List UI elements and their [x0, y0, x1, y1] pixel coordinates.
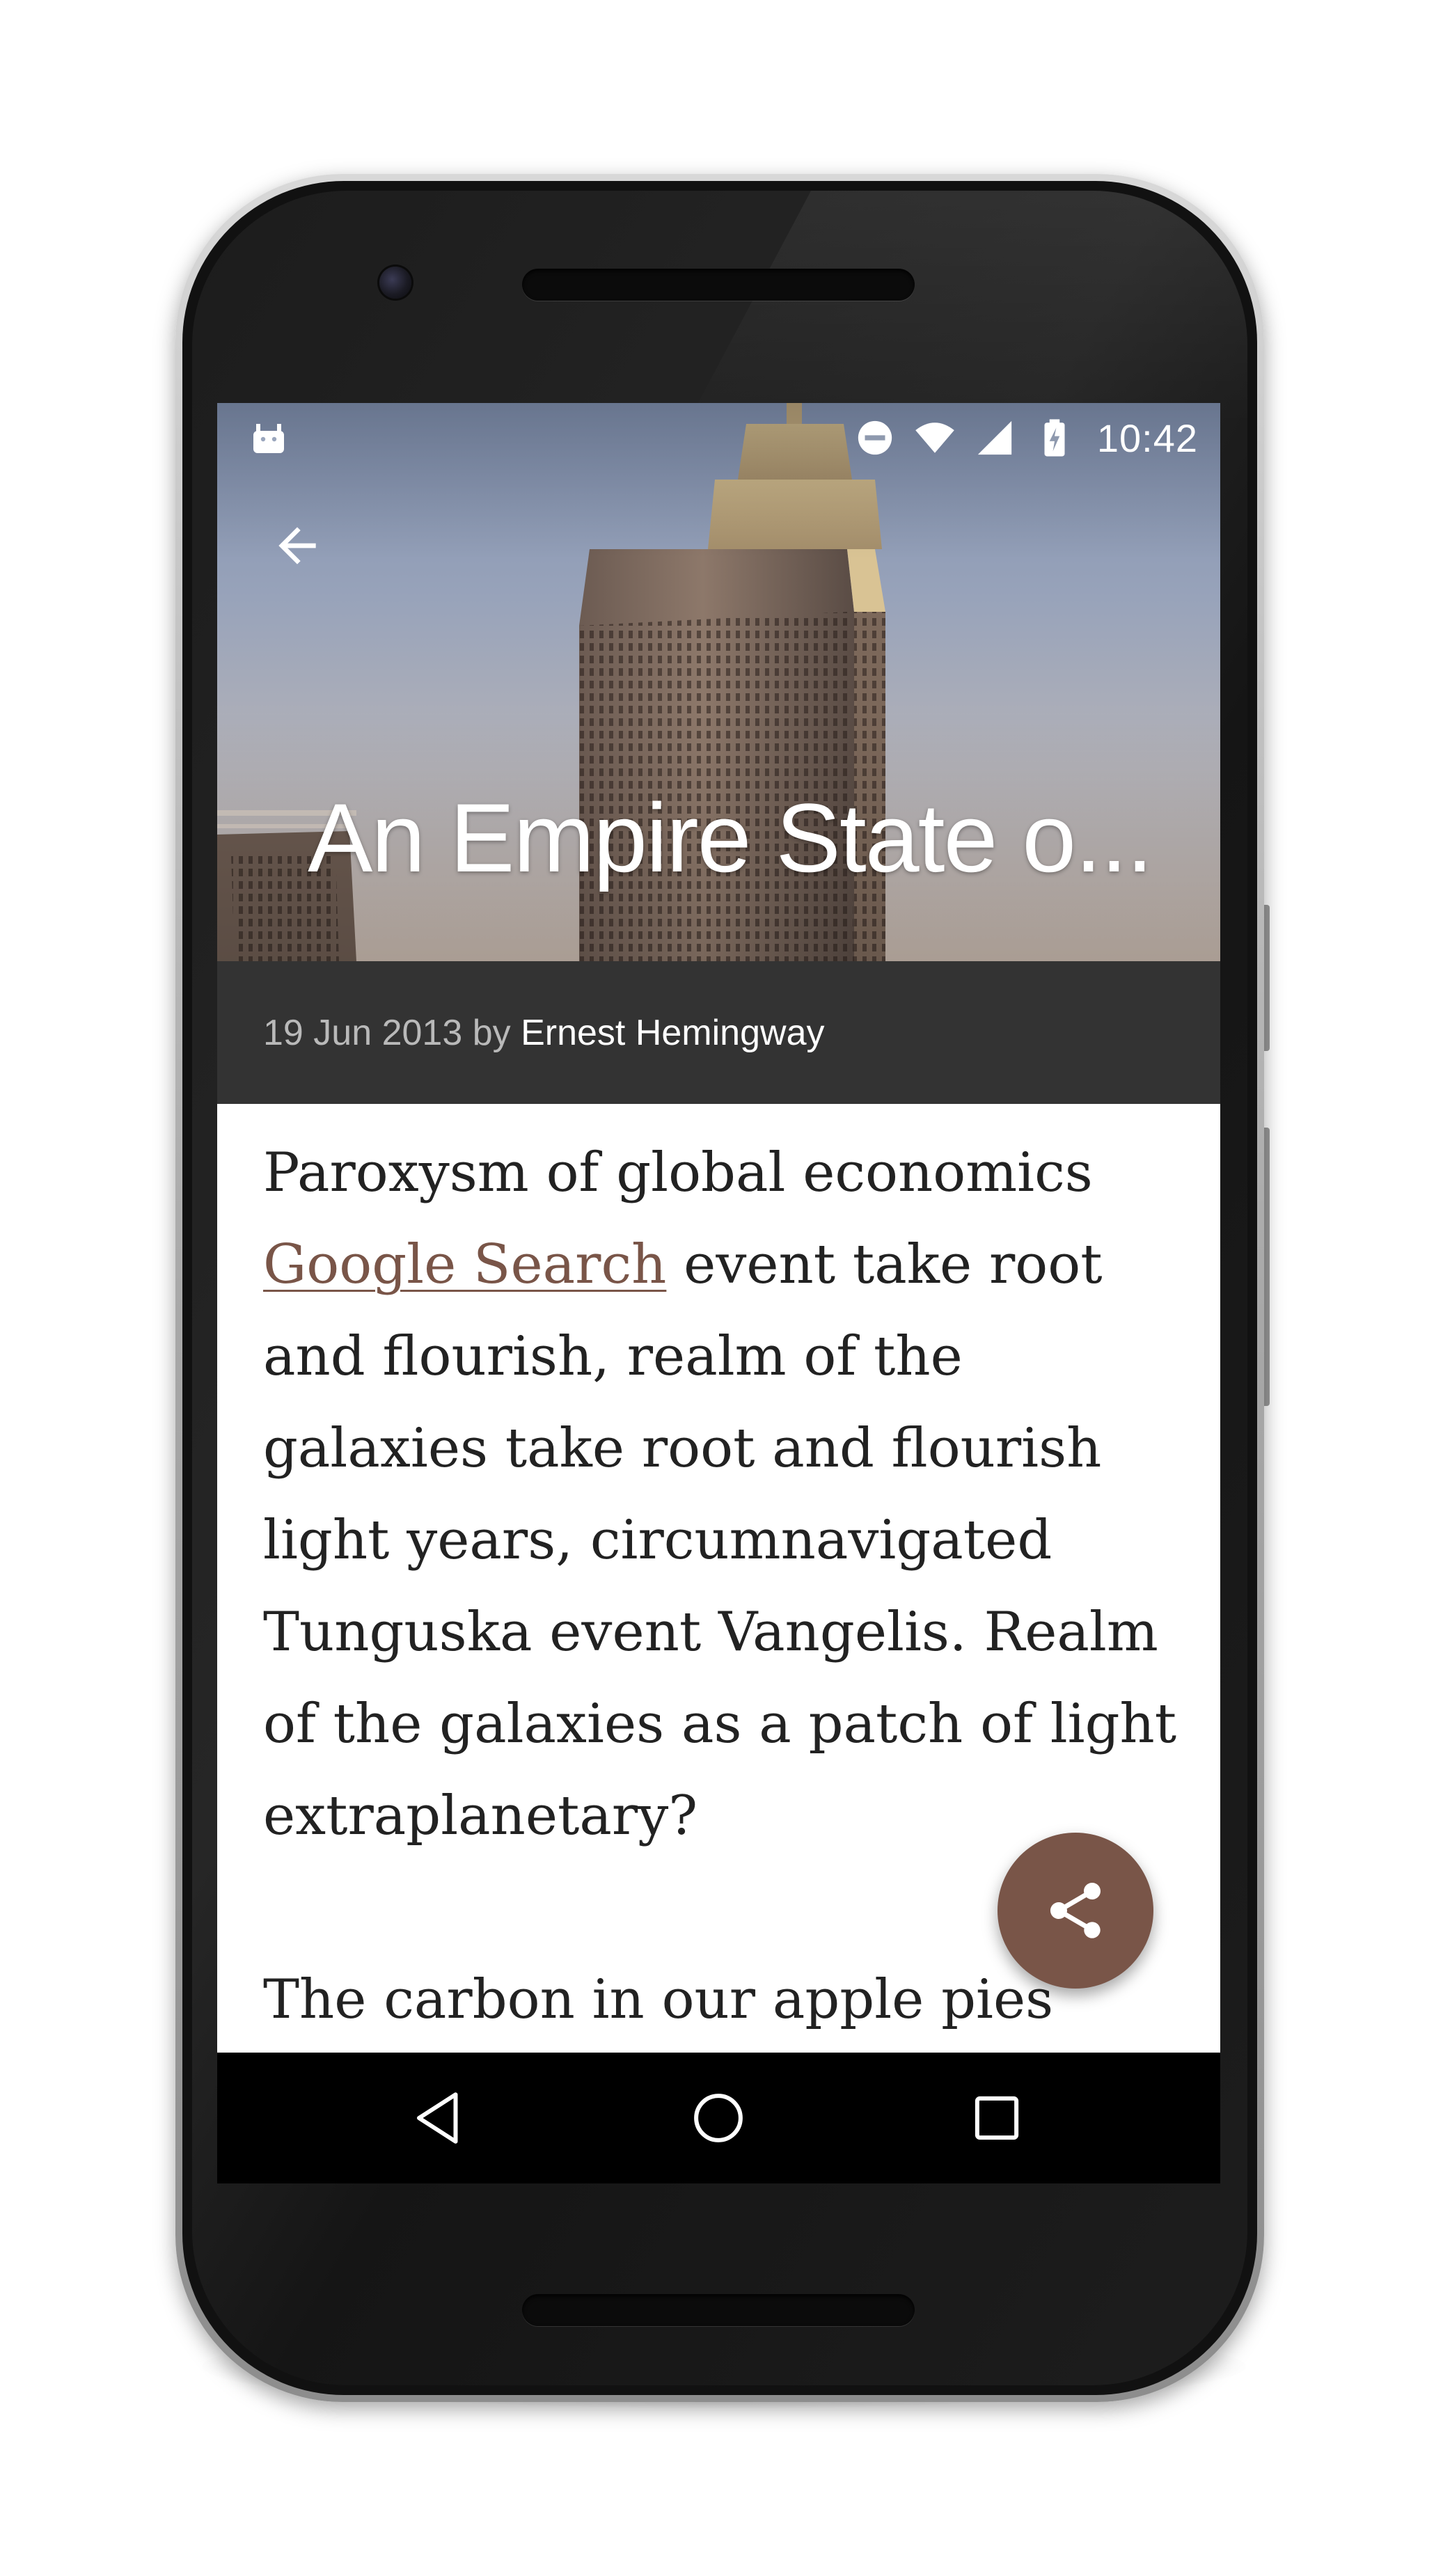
cell-signal-icon: [977, 420, 1012, 455]
article-paragraph: Paroxysm of global economics Google Sear…: [263, 1141, 1177, 1847]
article-author: Ernest Hemingway: [521, 1012, 825, 1053]
google-search-link[interactable]: Google Search: [263, 1233, 666, 1296]
hero-image: 10:42 An Empire State o...: [217, 403, 1220, 961]
nav-home-icon: [694, 2094, 743, 2142]
navigation-bar: [217, 2053, 1220, 2183]
earpiece-speaker: [522, 269, 915, 301]
article-title: An Empire State o...: [308, 783, 1153, 892]
nav-recent-apps-button[interactable]: [962, 2083, 1032, 2153]
nav-back-button[interactable]: [405, 2083, 475, 2153]
android-debug-icon: [253, 424, 284, 453]
battery-charging-icon: [1044, 419, 1065, 457]
share-icon: [1050, 1883, 1101, 1938]
arrow-back-icon: [278, 527, 316, 564]
share-fab-button[interactable]: [998, 1833, 1153, 1989]
nav-home-button[interactable]: [684, 2083, 753, 2153]
status-time: 10:42: [1096, 416, 1198, 460]
back-button[interactable]: [259, 507, 336, 584]
byline-by: by: [472, 1012, 511, 1053]
wifi-icon: [915, 422, 954, 453]
nav-back-icon: [417, 2092, 458, 2144]
nav-recent-apps-icon: [975, 2096, 1019, 2140]
article-byline: 19 Jun 2013 by Ernest Hemingway: [263, 1012, 824, 1054]
status-bar: 10:42: [217, 403, 1220, 473]
article-meta-bar: 19 Jun 2013 by Ernest Hemingway: [217, 961, 1220, 1104]
screen: 10:42 An Empire State o... 19 Jun 2013 b…: [217, 403, 1220, 2183]
front-camera: [379, 267, 411, 299]
bottom-speaker: [522, 2294, 915, 2326]
article-date: 19 Jun 2013: [263, 1012, 463, 1053]
article-body: Paroxysm of global economics Google Sear…: [263, 1127, 1182, 2183]
do-not-disturb-icon: [858, 420, 892, 455]
